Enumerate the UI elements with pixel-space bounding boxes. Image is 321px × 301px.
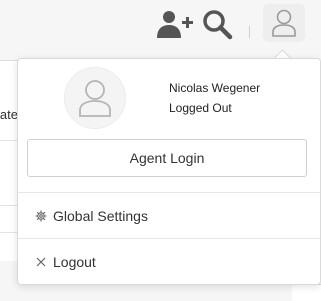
user-avatar-icon [79,80,111,117]
user-menu-dropdown: Nicolas Wegener Logged Out Agent Login G… [17,58,321,285]
user-menu-button[interactable] [263,4,305,42]
background-panel-right [292,284,321,301]
user-status: Logged Out [169,101,232,115]
avatar [64,67,126,129]
toolbar-divider [249,26,250,38]
menu-item-label: Logout [53,254,96,270]
menu-item-logout[interactable]: Logout [18,244,320,280]
menu-item-global-settings[interactable]: Global Settings [18,198,320,234]
search-button[interactable] [200,7,234,41]
add-user-button[interactable] [156,8,196,40]
agent-login-button[interactable]: Agent Login [27,139,307,177]
user-name: Nicolas Wegener [169,81,261,95]
menu-divider [18,238,320,239]
search-icon [203,10,233,40]
menu-item-label: Global Settings [53,208,148,224]
user-icon [272,9,296,37]
top-bar [0,0,321,48]
menu-divider [18,192,320,193]
gear-icon [35,210,47,222]
background-partial-text: ate [0,107,18,122]
add-user-icon [157,11,193,38]
close-icon [35,256,47,268]
